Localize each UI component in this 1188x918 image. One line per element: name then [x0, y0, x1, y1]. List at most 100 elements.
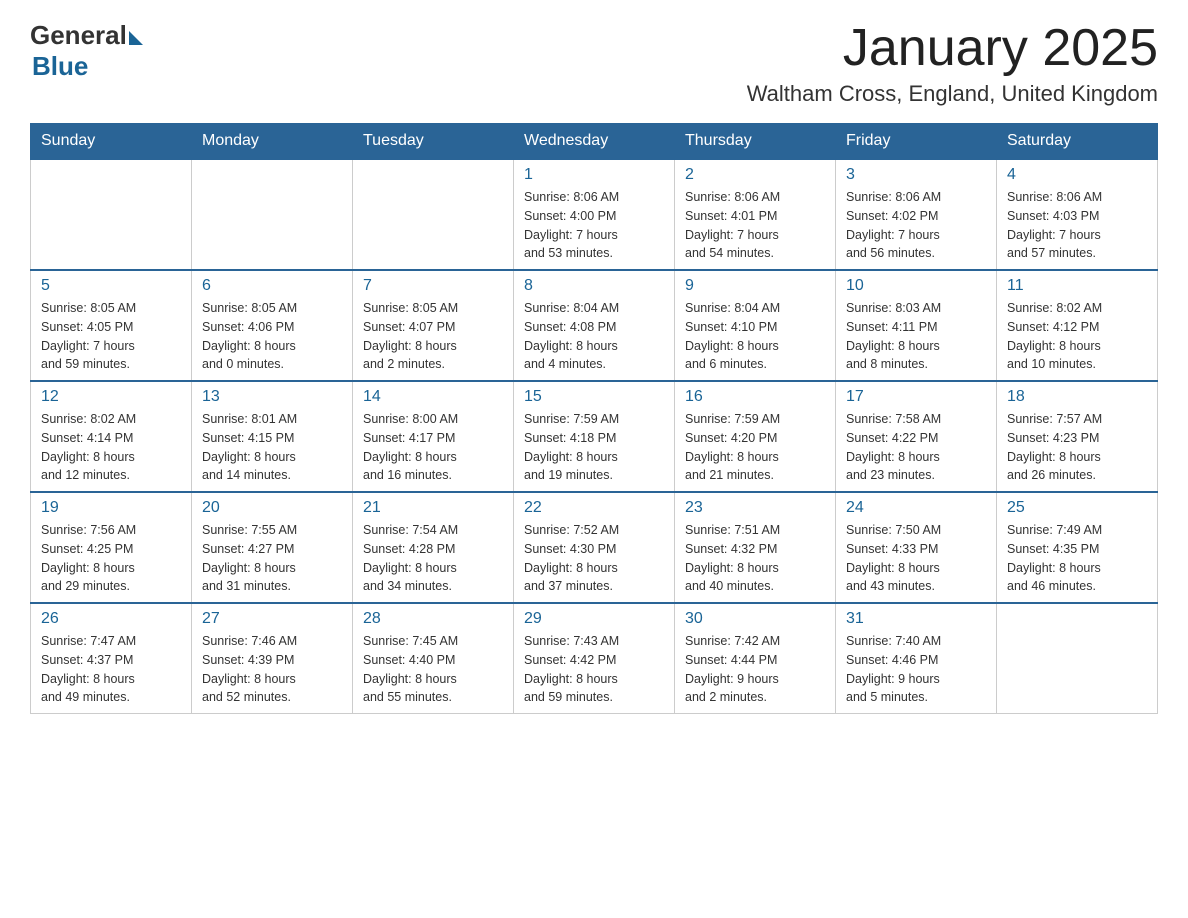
day-info: Sunrise: 7:55 AMSunset: 4:27 PMDaylight:… — [202, 521, 342, 596]
day-info: Sunrise: 7:40 AMSunset: 4:46 PMDaylight:… — [846, 632, 986, 707]
logo-general-text: General — [30, 20, 127, 51]
week-row-3: 12 Sunrise: 8:02 AMSunset: 4:14 PMDayligh… — [31, 381, 1158, 492]
week-row-2: 5Sunrise: 8:05 AMSunset: 4:05 PMDaylight… — [31, 270, 1158, 381]
day-number: 20 — [202, 499, 342, 517]
calendar-cell: 1 Sunrise: 8:06 AMSunset: 4:00 PMDaylight… — [514, 159, 675, 270]
month-title: January 2025 — [747, 20, 1158, 77]
day-info: Sunrise: 7:57 AMSunset: 4:23 PMDaylight:… — [1007, 410, 1147, 485]
day-info: Sunrise: 7:43 AMSunset: 4:42 PMDaylight:… — [524, 632, 664, 707]
logo: General Blue — [30, 20, 143, 82]
day-number: 27 — [202, 610, 342, 628]
calendar-cell: 30 Sunrise: 7:42 AMSunset: 4:44 PMDayligh… — [675, 603, 836, 714]
calendar-cell: 12 Sunrise: 8:02 AMSunset: 4:14 PMDayligh… — [31, 381, 192, 492]
week-row-4: 19Sunrise: 7:56 AMSunset: 4:25 PMDayligh… — [31, 492, 1158, 603]
header-monday: Monday — [192, 124, 353, 160]
day-number: 22 — [524, 499, 664, 517]
day-number: 3 — [846, 166, 986, 184]
calendar-cell: 13 Sunrise: 8:01 AMSunset: 4:15 PMDayligh… — [192, 381, 353, 492]
calendar-cell: 18 Sunrise: 7:57 AMSunset: 4:23 PMDayligh… — [997, 381, 1158, 492]
day-info: Sunrise: 7:59 AMSunset: 4:20 PMDaylight:… — [685, 410, 825, 485]
header-thursday: Thursday — [675, 124, 836, 160]
day-info: Sunrise: 8:01 AMSunset: 4:15 PMDaylight:… — [202, 410, 342, 485]
day-info: Sunrise: 7:47 AMSunset: 4:37 PMDaylight:… — [41, 632, 181, 707]
day-info: Sunrise: 7:54 AMSunset: 4:28 PMDaylight:… — [363, 521, 503, 596]
day-info: Sunrise: 8:05 AMSunset: 4:07 PMDaylight:… — [363, 299, 503, 374]
day-number: 7 — [363, 277, 503, 295]
day-number: 26 — [41, 610, 181, 628]
header-row: SundayMondayTuesdayWednesdayThursdayFrid… — [31, 124, 1158, 160]
day-number: 25 — [1007, 499, 1147, 517]
logo-arrow-icon — [129, 31, 143, 45]
day-info: Sunrise: 8:03 AMSunset: 4:11 PMDaylight:… — [846, 299, 986, 374]
calendar-cell: 25 Sunrise: 7:49 AMSunset: 4:35 PMDayligh… — [997, 492, 1158, 603]
header-sunday: Sunday — [31, 124, 192, 160]
day-number: 31 — [846, 610, 986, 628]
day-number: 28 — [363, 610, 503, 628]
day-number: 16 — [685, 388, 825, 406]
day-number: 13 — [202, 388, 342, 406]
day-info: Sunrise: 7:46 AMSunset: 4:39 PMDaylight:… — [202, 632, 342, 707]
day-number: 11 — [1007, 277, 1147, 295]
calendar-cell: 4 Sunrise: 8:06 AMSunset: 4:03 PMDaylight… — [997, 159, 1158, 270]
day-info: Sunrise: 8:00 AMSunset: 4:17 PMDaylight:… — [363, 410, 503, 485]
day-number: 10 — [846, 277, 986, 295]
day-number: 18 — [1007, 388, 1147, 406]
calendar-cell: 10 Sunrise: 8:03 AMSunset: 4:11 PMDayligh… — [836, 270, 997, 381]
title-area: January 2025 Waltham Cross, England, Uni… — [747, 20, 1158, 107]
calendar-cell: 5Sunrise: 8:05 AMSunset: 4:05 PMDaylight… — [31, 270, 192, 381]
day-info: Sunrise: 8:06 AMSunset: 4:02 PMDaylight:… — [846, 188, 986, 263]
calendar-cell: 17 Sunrise: 7:58 AMSunset: 4:22 PMDayligh… — [836, 381, 997, 492]
calendar-cell: 19Sunrise: 7:56 AMSunset: 4:25 PMDayligh… — [31, 492, 192, 603]
calendar-cell: 28Sunrise: 7:45 AMSunset: 4:40 PMDayligh… — [353, 603, 514, 714]
day-number: 12 — [41, 388, 181, 406]
calendar-cell — [31, 159, 192, 270]
calendar-cell: 21 Sunrise: 7:54 AMSunset: 4:28 PMDayligh… — [353, 492, 514, 603]
day-number: 8 — [524, 277, 664, 295]
day-number: 21 — [363, 499, 503, 517]
calendar-cell: 15 Sunrise: 7:59 AMSunset: 4:18 PMDayligh… — [514, 381, 675, 492]
day-info: Sunrise: 7:52 AMSunset: 4:30 PMDaylight:… — [524, 521, 664, 596]
week-row-5: 26 Sunrise: 7:47 AMSunset: 4:37 PMDayligh… — [31, 603, 1158, 714]
header-wednesday: Wednesday — [514, 124, 675, 160]
day-number: 1 — [524, 166, 664, 184]
day-info: Sunrise: 8:04 AMSunset: 4:10 PMDaylight:… — [685, 299, 825, 374]
logo-blue-text: Blue — [32, 51, 88, 82]
day-number: 5 — [41, 277, 181, 295]
day-number: 14 — [363, 388, 503, 406]
header-saturday: Saturday — [997, 124, 1158, 160]
day-info: Sunrise: 8:02 AMSunset: 4:14 PMDaylight:… — [41, 410, 181, 485]
day-info: Sunrise: 7:49 AMSunset: 4:35 PMDaylight:… — [1007, 521, 1147, 596]
day-info: Sunrise: 8:06 AMSunset: 4:01 PMDaylight:… — [685, 188, 825, 263]
calendar-cell: 3 Sunrise: 8:06 AMSunset: 4:02 PMDaylight… — [836, 159, 997, 270]
day-number: 17 — [846, 388, 986, 406]
day-info: Sunrise: 8:06 AMSunset: 4:00 PMDaylight:… — [524, 188, 664, 263]
day-info: Sunrise: 7:58 AMSunset: 4:22 PMDaylight:… — [846, 410, 986, 485]
calendar-cell: 24Sunrise: 7:50 AMSunset: 4:33 PMDayligh… — [836, 492, 997, 603]
day-number: 15 — [524, 388, 664, 406]
day-info: Sunrise: 7:59 AMSunset: 4:18 PMDaylight:… — [524, 410, 664, 485]
day-info: Sunrise: 8:06 AMSunset: 4:03 PMDaylight:… — [1007, 188, 1147, 263]
location-title: Waltham Cross, England, United Kingdom — [747, 81, 1158, 107]
calendar-table: SundayMondayTuesdayWednesdayThursdayFrid… — [30, 123, 1158, 714]
day-info: Sunrise: 8:02 AMSunset: 4:12 PMDaylight:… — [1007, 299, 1147, 374]
day-number: 2 — [685, 166, 825, 184]
calendar-cell: 29 Sunrise: 7:43 AMSunset: 4:42 PMDayligh… — [514, 603, 675, 714]
calendar-cell: 6 Sunrise: 8:05 AMSunset: 4:06 PMDaylight… — [192, 270, 353, 381]
day-number: 4 — [1007, 166, 1147, 184]
day-info: Sunrise: 7:42 AMSunset: 4:44 PMDaylight:… — [685, 632, 825, 707]
day-number: 9 — [685, 277, 825, 295]
calendar-cell — [353, 159, 514, 270]
day-info: Sunrise: 7:51 AMSunset: 4:32 PMDaylight:… — [685, 521, 825, 596]
calendar-cell: 2 Sunrise: 8:06 AMSunset: 4:01 PMDaylight… — [675, 159, 836, 270]
calendar-cell: 27 Sunrise: 7:46 AMSunset: 4:39 PMDayligh… — [192, 603, 353, 714]
calendar-cell: 16 Sunrise: 7:59 AMSunset: 4:20 PMDayligh… — [675, 381, 836, 492]
day-info: Sunrise: 7:50 AMSunset: 4:33 PMDaylight:… — [846, 521, 986, 596]
day-number: 6 — [202, 277, 342, 295]
calendar-cell: 31 Sunrise: 7:40 AMSunset: 4:46 PMDayligh… — [836, 603, 997, 714]
day-number: 30 — [685, 610, 825, 628]
day-info: Sunrise: 8:05 AMSunset: 4:06 PMDaylight:… — [202, 299, 342, 374]
calendar-cell — [192, 159, 353, 270]
page-header: General Blue January 2025 Waltham Cross,… — [30, 20, 1158, 107]
day-number: 23 — [685, 499, 825, 517]
day-number: 29 — [524, 610, 664, 628]
